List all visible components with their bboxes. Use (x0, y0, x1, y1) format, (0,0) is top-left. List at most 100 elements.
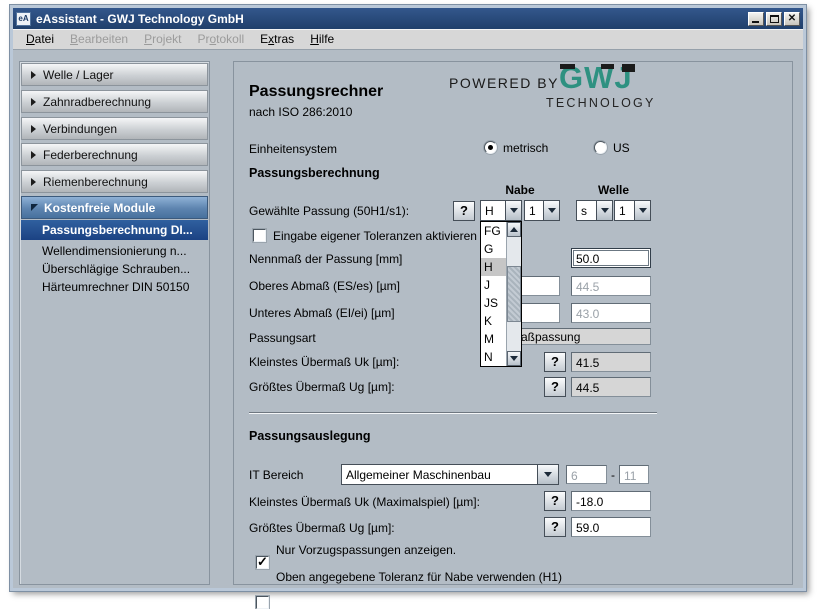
radio-us[interactable]: US (594, 141, 607, 154)
sidebar-item-federberechnung[interactable]: Federberechnung (21, 143, 208, 166)
it-range-combobox[interactable]: Allgemeiner Maschinenbau (341, 464, 559, 485)
logo-accent-bar (622, 64, 635, 72)
scroll-up-button[interactable] (507, 222, 521, 237)
radio-selected-icon (484, 141, 497, 154)
dropdown-option-fg[interactable]: FG (481, 222, 506, 240)
sidebar-item-passungsberechnung[interactable]: Passungsberechnung DI... (21, 220, 208, 240)
page-title: Passungsrechner (249, 83, 383, 101)
nabe-letter-combobox[interactable]: H (480, 200, 522, 221)
menu-bar: Datei Bearbeiten Projekt Protokoll Extra… (13, 29, 803, 50)
scrollbar-thumb[interactable] (507, 266, 521, 322)
dropdown-option-js[interactable]: JS (481, 294, 506, 312)
column-header-nabe: Nabe (480, 183, 560, 197)
dropdown-option-g[interactable]: G (481, 240, 506, 258)
welle-grade-combobox[interactable]: 1 (614, 200, 651, 221)
logo-accent-bar (560, 64, 575, 69)
sidebar-item-haerteumrechner[interactable]: Härteumrechner DIN 50150 (21, 278, 208, 296)
combo-arrow-button[interactable] (505, 201, 521, 220)
collapsed-triangle-icon (31, 71, 36, 79)
design-uk-field[interactable]: -18.0 (571, 491, 651, 511)
preferred-fits-checkbox[interactable] (256, 556, 269, 569)
close-button[interactable] (784, 12, 800, 26)
combo-arrow-button[interactable] (543, 201, 559, 220)
dropdown-option-h[interactable]: H (481, 258, 506, 276)
combo-arrow-button[interactable] (537, 465, 558, 484)
use-tolerance-checkbox[interactable] (256, 596, 269, 609)
custom-tolerance-label: Eingabe eigener Toleranzen aktivieren (273, 229, 477, 243)
max-interference-label: Größtes Übermaß Ug [µm]: (249, 380, 395, 394)
help-button-design-ug[interactable]: ? (544, 517, 566, 537)
nominal-size-field[interactable]: 50.0 (571, 248, 651, 268)
page-subtitle: nach ISO 286:2010 (249, 105, 352, 119)
content-area: Welle / Lager Zahnradberechnung Verbindu… (13, 51, 803, 588)
nabe-grade-combobox[interactable]: 1 (524, 200, 560, 221)
custom-tolerance-checkbox[interactable] (253, 229, 266, 242)
combo-arrow-button[interactable] (596, 201, 612, 220)
help-button-design-uk[interactable]: ? (544, 491, 566, 511)
sidebar-item-welle-lager[interactable]: Welle / Lager (21, 63, 208, 86)
sidebar-item-riemenberechnung[interactable]: Riemenberechnung (21, 170, 208, 193)
welle-letter-combobox[interactable]: s (576, 200, 613, 221)
chevron-down-icon (548, 208, 556, 213)
dropdown-option-j[interactable]: J (481, 276, 506, 294)
chevron-down-icon (510, 208, 518, 213)
lower-deviation-label: Unteres Abmaß (EI/ei) [µm] (249, 306, 395, 320)
sidebar-item-wellendimensionierung[interactable]: Wellendimensionierung n... (21, 242, 208, 260)
sidebar-item-zahnradberechnung[interactable]: Zahnradberechnung (21, 90, 208, 113)
section-passungsauslegung: Passungsauslegung (249, 429, 371, 443)
it-from-field[interactable]: 6 (566, 465, 607, 484)
sidebar: Welle / Lager Zahnradberechnung Verbindu… (19, 61, 210, 585)
scroll-down-button[interactable] (507, 351, 521, 366)
help-button-ug[interactable]: ? (544, 377, 566, 397)
main-panel: Passungsrechner nach ISO 286:2010 POWERE… (233, 61, 793, 585)
help-button-uk[interactable]: ? (544, 352, 566, 372)
minimize-button[interactable] (748, 12, 764, 26)
upper-deviation-label: Oberes Abmaß (ES/es) [µm] (249, 279, 400, 293)
title-bar[interactable]: eA eAssistant - GWJ Technology GmbH (13, 8, 803, 29)
chosen-fit-label: Gewählte Passung (50H1/s1): (249, 204, 409, 218)
dropdown-option-n[interactable]: N (481, 348, 506, 366)
menu-bearbeiten: Bearbeiten (62, 30, 136, 49)
menu-protokoll: Protokoll (189, 30, 252, 49)
menu-extras[interactable]: Extras (252, 30, 302, 49)
collapsed-triangle-icon (31, 98, 36, 106)
chevron-down-icon (639, 208, 647, 213)
radio-us-label: US (613, 141, 630, 155)
min-interference-label: Kleinstes Übermaß Uk [µm]: (249, 355, 399, 369)
menu-datei[interactable]: Datei (18, 30, 62, 49)
maximize-button[interactable] (766, 12, 782, 26)
combo-arrow-button[interactable] (634, 201, 650, 220)
dropdown-option-m[interactable]: M (481, 330, 506, 348)
units-label: Einheitensystem (249, 142, 337, 156)
collapsed-triangle-icon (31, 178, 36, 186)
it-to-field[interactable]: 11 (619, 465, 649, 484)
fit-type-label: Passungsart (249, 331, 316, 345)
preferred-fits-label: Nur Vorzugspassungen anzeigen. (276, 543, 456, 557)
radio-metrisch[interactable]: metrisch (484, 141, 497, 154)
chevron-down-icon (601, 208, 609, 213)
sidebar-item-ueberschlaegige-schrauben[interactable]: Überschlägige Schrauben... (21, 260, 208, 278)
help-button-chosen-fit[interactable]: ? (453, 201, 475, 221)
window-title: eAssistant - GWJ Technology GmbH (36, 12, 748, 26)
menu-projekt: Projekt (136, 30, 189, 49)
chevron-down-icon (544, 472, 552, 477)
maximize-icon (770, 15, 779, 23)
chevron-down-icon (510, 356, 518, 361)
menu-hilfe[interactable]: Hilfe (302, 30, 342, 49)
dropdown-scrollbar[interactable] (506, 222, 521, 366)
column-header-welle: Welle (576, 183, 651, 197)
sidebar-item-verbindungen[interactable]: Verbindungen (21, 117, 208, 140)
gwj-logo-subtext: TECHNOLOGY (546, 96, 656, 110)
design-ug-field[interactable]: 59.0 (571, 517, 651, 537)
expanded-triangle-icon (31, 204, 38, 211)
powered-by-label: POWERED BY (449, 75, 559, 91)
radio-unselected-icon (594, 141, 607, 154)
dropdown-option-k[interactable]: K (481, 312, 506, 330)
it-dash: - (611, 468, 615, 482)
sidebar-item-kostenfreie-module[interactable]: Kostenfreie Module (21, 196, 208, 219)
app-icon: eA (16, 12, 31, 26)
use-tolerance-label: Oben angegebene Toleranz für Nabe verwen… (276, 570, 562, 584)
close-icon (785, 13, 799, 25)
tolerance-letter-dropdown: FG G H J JS K M N (480, 221, 522, 367)
lower-deviation-welle-field: 43.0 (571, 303, 651, 323)
